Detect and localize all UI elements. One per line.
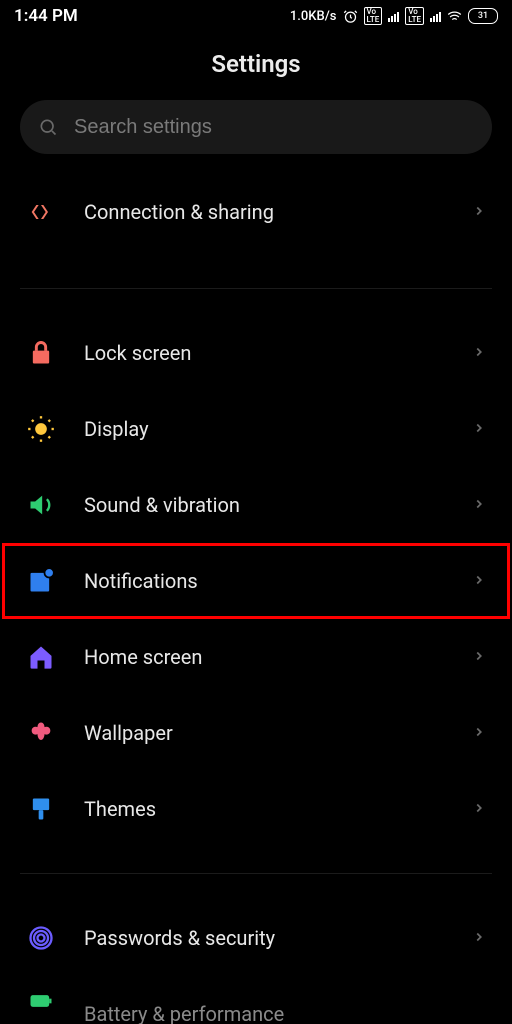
chevron-right-icon: [472, 648, 486, 667]
connection-icon: [26, 197, 56, 227]
status-right: 1.0KB/s VoLTE VoLTE 31: [290, 7, 498, 25]
item-label: Lock screen: [84, 341, 444, 365]
home-icon: [26, 642, 56, 672]
chevron-right-icon: [472, 203, 486, 222]
search-bar[interactable]: [20, 100, 492, 154]
volte-badge-1: VoLTE: [364, 7, 383, 25]
search-input[interactable]: [72, 115, 474, 140]
item-battery-performance[interactable]: Battery & performance: [0, 976, 512, 1024]
item-label: Display: [84, 417, 444, 441]
item-notifications[interactable]: Notifications: [0, 543, 512, 619]
signal-icon-1: [388, 10, 399, 22]
chevron-right-icon: [472, 929, 486, 948]
battery-level: 31: [468, 8, 498, 24]
lock-icon: [26, 338, 56, 368]
item-label: Sound & vibration: [84, 493, 444, 517]
speaker-icon: [26, 490, 56, 520]
sun-icon: [26, 414, 56, 444]
battery-icon: 31: [468, 8, 498, 24]
brush-icon: [26, 794, 56, 824]
chevron-right-icon: [472, 572, 486, 591]
data-rate: 1.0KB/s: [290, 9, 337, 24]
signal-icon-2: [430, 10, 441, 22]
fingerprint-icon: [26, 923, 56, 953]
item-display[interactable]: Display: [0, 391, 512, 467]
page-title: Settings: [0, 28, 512, 100]
volte-badge-2: VoLTE: [405, 7, 424, 25]
item-home-screen[interactable]: Home screen: [0, 619, 512, 695]
chevron-right-icon: [472, 724, 486, 743]
battery-icon: [26, 986, 56, 1016]
item-label: Connection & sharing: [84, 200, 444, 224]
item-label: Wallpaper: [84, 721, 444, 745]
item-label: Passwords & security: [84, 926, 444, 950]
search-icon: [38, 117, 58, 137]
item-sound-vibration[interactable]: Sound & vibration: [0, 467, 512, 543]
item-label: Notifications: [84, 569, 444, 593]
item-label: Themes: [84, 797, 444, 821]
item-passwords-security[interactable]: Passwords & security: [0, 900, 512, 976]
chevron-right-icon: [472, 420, 486, 439]
chevron-right-icon: [472, 800, 486, 819]
settings-list: Connection & sharing Lock screen Display…: [0, 172, 512, 1024]
notifications-icon: [26, 566, 56, 596]
status-bar: 1:44 PM 1.0KB/s VoLTE VoLTE 31: [0, 0, 512, 28]
alarm-icon: [343, 9, 358, 24]
status-time: 1:44 PM: [14, 6, 78, 26]
chevron-right-icon: [472, 344, 486, 363]
item-lock-screen[interactable]: Lock screen: [0, 315, 512, 391]
item-label: Home screen: [84, 645, 444, 669]
chevron-right-icon: [472, 496, 486, 515]
item-connection-sharing[interactable]: Connection & sharing: [0, 172, 512, 252]
item-wallpaper[interactable]: Wallpaper: [0, 695, 512, 771]
item-themes[interactable]: Themes: [0, 771, 512, 847]
wifi-icon: [447, 9, 462, 24]
flower-icon: [26, 718, 56, 748]
item-label: Battery & performance: [84, 1002, 486, 1024]
